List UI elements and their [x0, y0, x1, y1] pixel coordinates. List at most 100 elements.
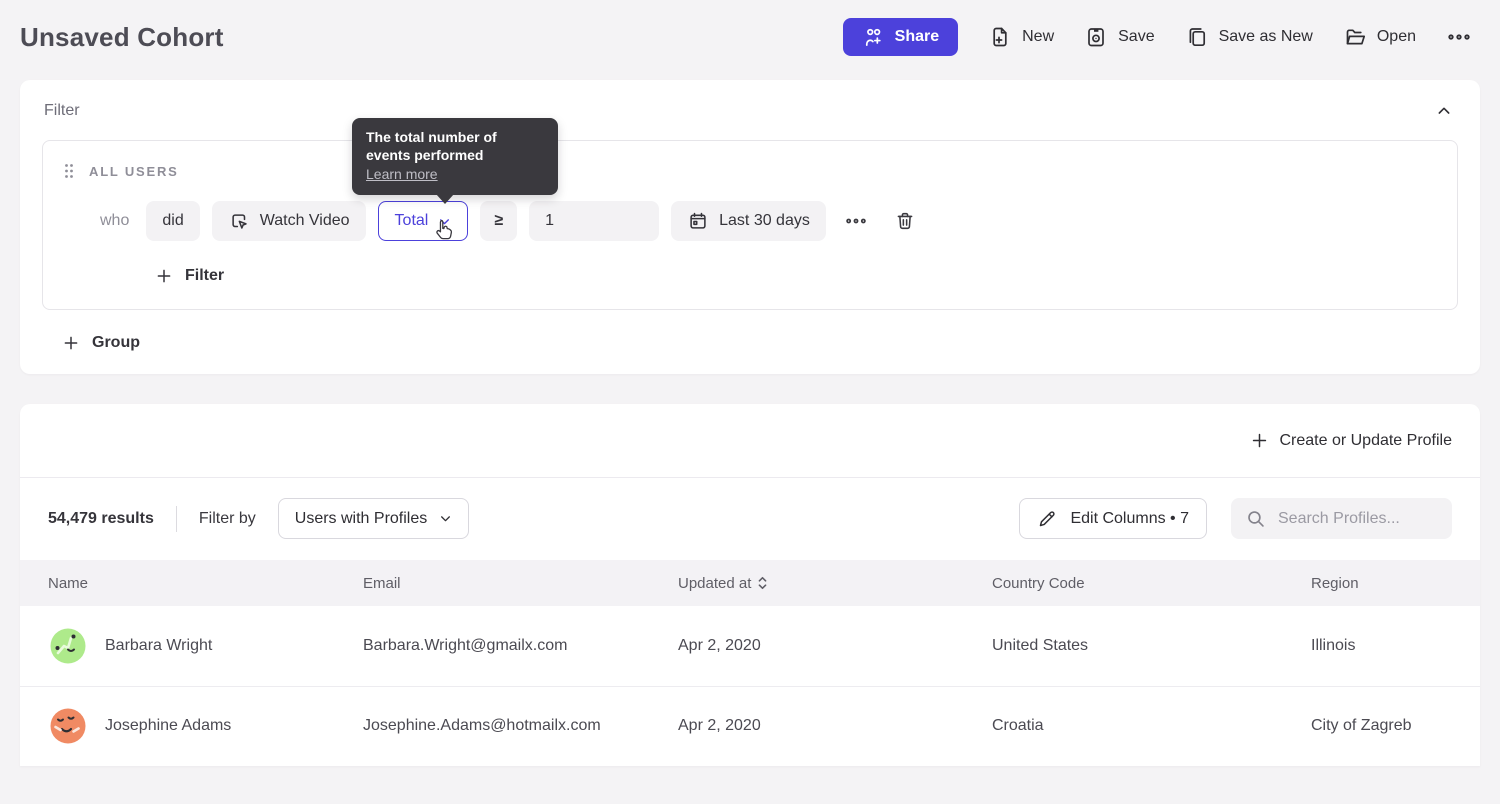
save-button[interactable]: Save — [1084, 25, 1154, 49]
save-as-new-button-label: Save as New — [1219, 28, 1313, 46]
add-filter-label: Filter — [185, 267, 224, 285]
filter-panel-title: Filter — [44, 102, 80, 120]
filter-panel-header: Filter — [42, 98, 1458, 140]
row-tools — [844, 210, 916, 232]
results-panel: Create or Update Profile 54,479 results … — [20, 404, 1480, 766]
folder-open-icon — [1343, 25, 1367, 49]
column-header-updated-at[interactable]: Updated at — [678, 560, 992, 606]
event-selector[interactable]: Watch Video — [212, 201, 366, 241]
profile-updated-at: Apr 2, 2020 — [678, 686, 992, 766]
edit-columns-button[interactable]: Edit Columns • 7 — [1019, 498, 1207, 539]
search-profiles-input[interactable] — [1278, 510, 1438, 528]
results-toolbar-right: Edit Columns • 7 — [1019, 498, 1452, 539]
cohort-group-card: ALL USERS who did Watch Video Total — [42, 140, 1458, 310]
table-row[interactable]: Josephine Adams Josephine.Adams@hotmailx… — [20, 686, 1480, 766]
copy-icon — [1185, 25, 1209, 49]
edit-columns-label: Edit Columns • 7 — [1070, 510, 1189, 528]
filter-panel: Filter ALL USERS who did — [20, 80, 1480, 374]
plus-icon — [155, 267, 173, 285]
save-icon — [1084, 25, 1108, 49]
save-as-new-button[interactable]: Save as New — [1185, 25, 1313, 49]
group-header: ALL USERS — [63, 163, 1437, 179]
event-click-icon — [228, 210, 250, 232]
date-range-selector[interactable]: Last 30 days — [671, 201, 826, 241]
column-header-country-code[interactable]: Country Code — [992, 560, 1311, 606]
chevron-down-icon — [438, 215, 451, 228]
chevron-up-icon — [1436, 103, 1452, 119]
total-tooltip: The total number of events performed Lea… — [352, 118, 558, 195]
profile-region: City of Zagreb — [1311, 686, 1480, 766]
profile-region: Illinois — [1311, 606, 1480, 686]
create-or-update-profile-label: Create or Update Profile — [1279, 432, 1452, 450]
results-count: 54,479 results — [48, 510, 154, 528]
open-button-label: Open — [1377, 28, 1416, 46]
plus-icon — [1250, 431, 1269, 450]
did-selector[interactable]: did — [146, 201, 199, 241]
share-button-label: Share — [895, 28, 939, 46]
more-dots-icon — [844, 210, 868, 232]
save-button-label: Save — [1118, 28, 1154, 46]
event-selector-label: Watch Video — [260, 212, 350, 230]
add-group-button[interactable]: Group — [62, 334, 140, 352]
profile-country-code: United States — [992, 606, 1311, 686]
profile-updated-at: Apr 2, 2020 — [678, 606, 992, 686]
trash-icon — [894, 210, 916, 232]
table-row[interactable]: Barbara Wright Barbara.Wright@gmailx.com… — [20, 606, 1480, 686]
tooltip-text: The total number of events performed — [366, 128, 544, 165]
filter-condition-row: who did Watch Video Total ≥ 1 — [100, 201, 1437, 241]
more-actions-button[interactable] — [1446, 25, 1472, 49]
threshold-value-input[interactable]: 1 — [529, 201, 659, 241]
vertical-divider — [176, 506, 177, 532]
open-button[interactable]: Open — [1343, 25, 1416, 49]
calendar-icon — [687, 210, 709, 232]
filter-by-label: Filter by — [199, 510, 256, 528]
results-toolbar-left: 54,479 results Filter by Users with Prof… — [48, 498, 469, 539]
date-range-label: Last 30 days — [719, 212, 810, 230]
column-header-region[interactable]: Region — [1311, 560, 1480, 606]
collapse-panel-button[interactable] — [1436, 103, 1452, 119]
add-filter-button[interactable]: Filter — [155, 267, 224, 285]
new-button[interactable]: New — [988, 25, 1054, 49]
avatar — [48, 706, 88, 746]
profile-name: Barbara Wright — [105, 637, 212, 655]
page-title: Unsaved Cohort — [20, 22, 224, 53]
profile-type-dropdown-value: Users with Profiles — [295, 510, 427, 528]
profile-email: Josephine.Adams@hotmailx.com — [363, 686, 678, 766]
avatar — [48, 626, 88, 666]
column-header-updated-at-label: Updated at — [678, 575, 751, 592]
profile-name: Josephine Adams — [105, 717, 231, 735]
share-users-icon — [862, 26, 885, 49]
profiles-table: Name Email Updated at Country Code Regio… — [20, 560, 1480, 766]
row-more-button[interactable] — [844, 210, 868, 232]
chevron-down-icon — [439, 512, 452, 525]
header-actions: Share New Save — [843, 18, 1472, 56]
create-or-update-profile-button[interactable]: Create or Update Profile — [1250, 431, 1452, 450]
add-group-label: Group — [92, 334, 140, 352]
results-toolbar: 54,479 results Filter by Users with Prof… — [20, 478, 1480, 560]
profile-type-dropdown[interactable]: Users with Profiles — [278, 498, 469, 539]
delete-condition-button[interactable] — [894, 210, 916, 232]
learn-more-link[interactable]: Learn more — [366, 166, 438, 182]
column-header-name[interactable]: Name — [20, 560, 363, 606]
search-profiles-box — [1231, 498, 1452, 539]
pencil-icon — [1037, 508, 1058, 529]
new-document-icon — [988, 25, 1012, 49]
more-dots-icon — [1446, 25, 1472, 49]
new-button-label: New — [1022, 28, 1054, 46]
column-header-email[interactable]: Email — [363, 560, 678, 606]
who-label: who — [100, 212, 129, 230]
search-icon — [1245, 508, 1266, 529]
profile-country-code: Croatia — [992, 686, 1311, 766]
sort-icon[interactable] — [757, 576, 768, 590]
profile-email: Barbara.Wright@gmailx.com — [363, 606, 678, 686]
plus-icon — [62, 334, 80, 352]
aggregation-selector-label: Total — [395, 212, 429, 230]
group-title: ALL USERS — [89, 164, 179, 179]
table-header-row: Name Email Updated at Country Code Regio… — [20, 560, 1480, 606]
aggregation-selector[interactable]: Total — [378, 201, 469, 241]
top-bar: Unsaved Cohort Share New — [0, 0, 1500, 80]
share-button[interactable]: Share — [843, 18, 958, 56]
drag-handle-icon[interactable] — [63, 163, 75, 179]
operator-selector[interactable]: ≥ — [480, 201, 517, 241]
create-profile-row: Create or Update Profile — [20, 404, 1480, 478]
